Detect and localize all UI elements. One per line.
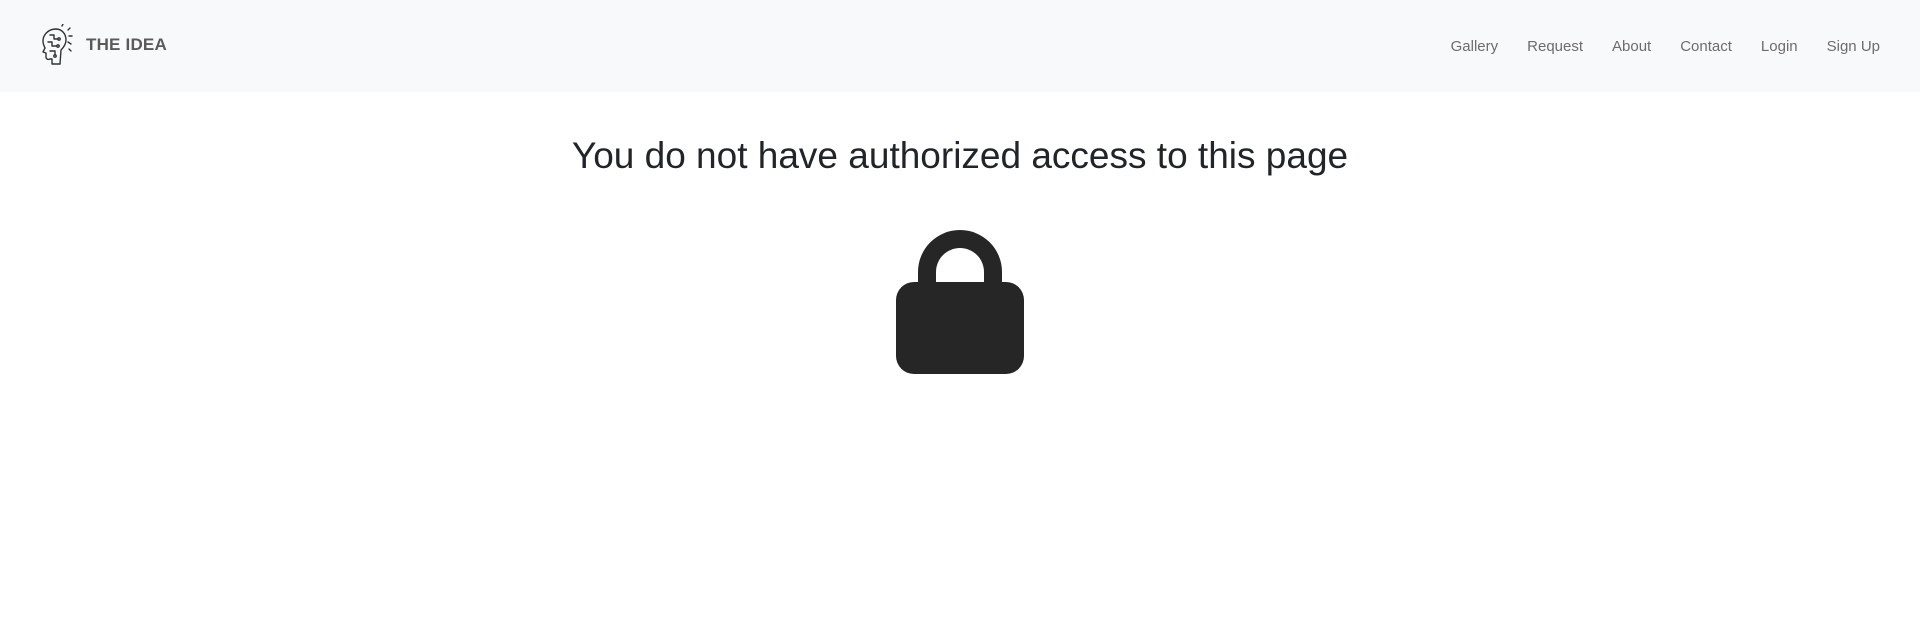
nav-menu: Gallery Request About Contact Login Sign… [1451,0,1880,92]
nav-link-request[interactable]: Request [1527,38,1583,55]
nav-link-about[interactable]: About [1612,38,1651,55]
nav-link-login[interactable]: Login [1761,38,1798,55]
nav-link-sign-up[interactable]: Sign Up [1827,38,1880,55]
lock-icon [896,230,1024,374]
navbar: THE IDEA Gallery Request About Contact L… [0,0,1920,92]
brand-name: THE IDEA [86,35,167,54]
page-title: You do not have authorized access to thi… [571,135,1349,176]
brain-head-logo-icon [42,24,73,65]
nav-link-gallery[interactable]: Gallery [1451,38,1499,55]
nav-link-contact[interactable]: Contact [1680,38,1732,55]
brand-link[interactable]: THE IDEA [38,24,167,66]
